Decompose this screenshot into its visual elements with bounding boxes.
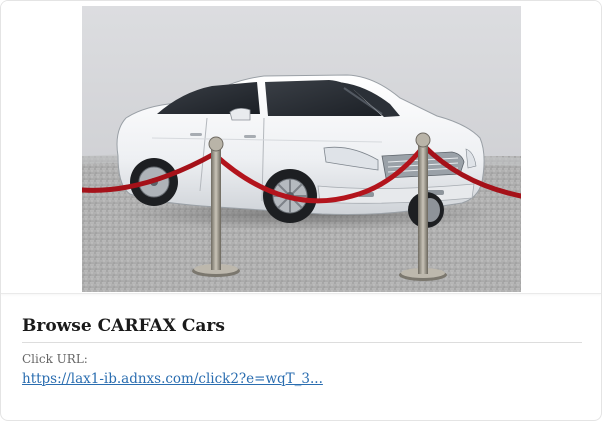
ad-car-image[interactable] <box>82 6 521 292</box>
ad-image-container <box>1 1 601 294</box>
ad-title[interactable]: Browse CARFAX Cars <box>22 301 582 343</box>
click-url-label: Click URL: <box>22 352 88 366</box>
click-url-link[interactable]: https://lax1-ib.adnxs.com/click2?e=wqT_3… <box>22 371 323 387</box>
ad-card: Browse CARFAX Cars Click URL: https://la… <box>0 0 602 421</box>
ad-content: Browse CARFAX Cars Click URL: https://la… <box>22 301 582 388</box>
